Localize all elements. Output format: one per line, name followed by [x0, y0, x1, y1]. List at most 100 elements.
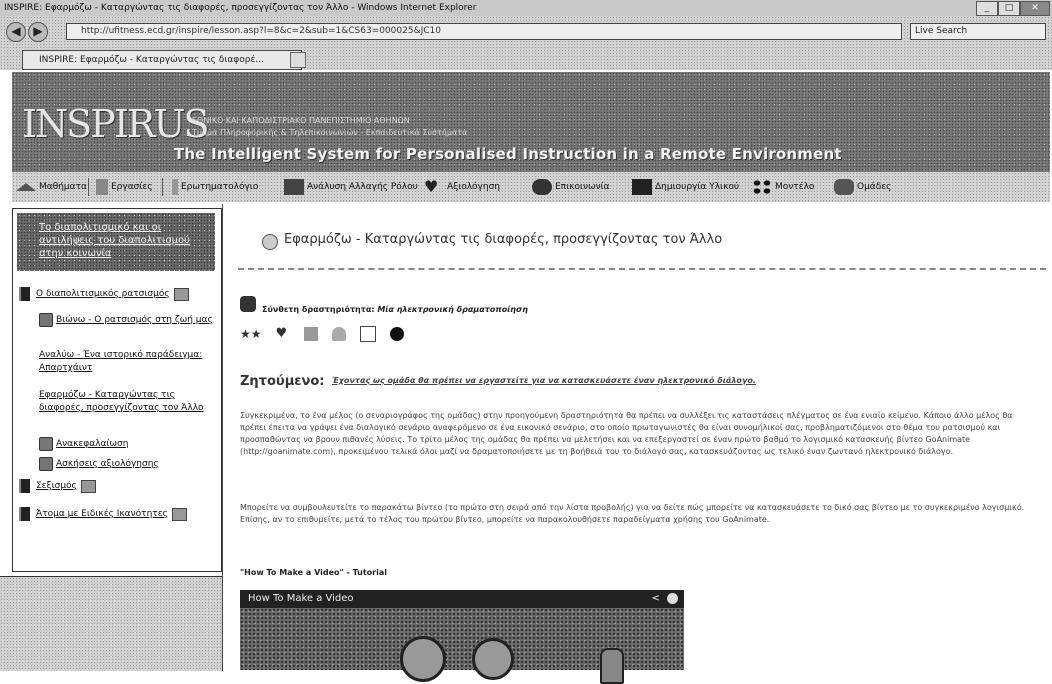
menu-label: Αξιολόγηση — [447, 182, 500, 192]
embedded-video[interactable]: How To Make a Video < — [240, 590, 684, 684]
sidebar-item-label: Ανακεφαλαίωση — [56, 439, 129, 449]
tasks-icon — [96, 179, 108, 195]
groups-icon — [834, 179, 854, 195]
menu-item-role-analysis[interactable]: Ανάλυση Αλλαγής Ρόλου — [284, 176, 418, 198]
main-menu: Μαθήματα Εργασίες Ερωτηματολόγιο Ανάλυση… — [12, 172, 1050, 202]
sidebar-item-sexism[interactable]: Σεξισμός — [19, 479, 96, 493]
activity-attributes: ★★ ♥ — [240, 326, 404, 342]
share-icon[interactable]: < — [652, 593, 660, 604]
sidebar-item-label: Εφαρμόζω - Καταργώντας τις διαφορές, προ… — [39, 390, 204, 413]
book-icon — [19, 287, 30, 301]
video-frame[interactable] — [240, 608, 684, 684]
menu-item-questionnaire[interactable]: Ερωτηματολόγιο — [172, 176, 258, 198]
university-name: ΕΘΝΙΚΟ ΚΑΙ ΚΑΠΟΔΙΣΤΡΙΑΚΟ ΠΑΝΕΠΙΣΤΗΜΙΟ ΑΘ… — [192, 116, 410, 125]
create-material-icon — [632, 179, 652, 195]
requirement-text: Έχοντας ως ομάδα θα πρέπει να εργαστείτε… — [332, 376, 756, 385]
activity-type-icon — [240, 296, 256, 312]
browser-title-bar: INSPIRE: Εφαρμόζω - Καταργώντας τις διαφ… — [0, 0, 1052, 16]
cartoon-character — [400, 636, 446, 682]
menu-item-groups[interactable]: Ομάδες — [834, 176, 891, 198]
document-icon — [303, 327, 318, 341]
lesson-sidebar: Το διαπολιτισμικό και οι αντιλήψεις του … — [12, 208, 222, 572]
menu-label: Δημιουργία Υλικού — [655, 182, 740, 192]
questionnaire-icon — [172, 179, 178, 195]
menu-label: Ερωτηματολόγιο — [181, 182, 259, 192]
menu-item-create-material[interactable]: Δημιουργία Υλικού — [632, 176, 739, 198]
users-icon — [171, 507, 187, 521]
info-icon[interactable] — [667, 593, 678, 604]
menu-label: Εργασίες — [111, 182, 153, 192]
new-tab-button[interactable] — [290, 52, 306, 68]
sidebar-item-experience[interactable]: Βιώνω - Ο ρατσισμός στη ζωή μας — [39, 313, 213, 327]
activity-type-value: Μία ηλεκτρονική δραματοποίηση — [377, 305, 528, 314]
forward-button[interactable]: ▶ — [28, 22, 48, 42]
activity-type: Σύνθετη δραστηριότητα: Μία ηλεκτρονική δ… — [262, 305, 528, 314]
cloud-icon — [331, 327, 346, 341]
sidebar-item-label: Σεξισμός — [36, 481, 77, 491]
department-name: Τμήμα Πληροφορικής & Τηλεπικοινωνιών - Ε… — [192, 128, 468, 137]
sidebar-item-label: Άτομα με Ειδικές Ικανότητες — [36, 509, 168, 519]
sidebar-item-label: Αναλύω - Ένα ιστορικό παράδειγμα: Απαρτχ… — [39, 350, 203, 373]
content-divider — [222, 204, 223, 670]
menu-item-tasks[interactable]: Εργασίες — [96, 176, 153, 198]
menu-label: Ανάλυση Αλλαγής Ρόλου — [307, 182, 418, 192]
users-icon — [80, 479, 96, 493]
sidebar-item-recap[interactable]: Ανακεφαλαίωση — [39, 437, 128, 451]
menu-item-lessons[interactable]: Μαθήματα — [16, 176, 87, 198]
lesson-content: Εφαρμόζω - Καταργώντας τις διαφορές, προ… — [226, 204, 1050, 684]
analysis-icon — [284, 179, 304, 195]
sidebar-item-analyze[interactable]: Αναλύω - Ένα ιστορικό παράδειγμα: Απαρτχ… — [39, 349, 215, 375]
browser-tab[interactable]: INSPIRE: Εφαρμόζω - Καταργώντας τις διαφ… — [22, 50, 302, 70]
sidebar-item-racism[interactable]: Ο διαπολιτισμικός ρατσισμός — [19, 287, 189, 301]
menu-label: Επικοινωνία — [555, 182, 610, 192]
video-instructions-paragraph: Μπορείτε να συμβουλευτείτε το παρακάτω β… — [240, 503, 1025, 524]
sidebar-item-label: Ο διαπολιτισμικός ρατσισμός — [36, 289, 170, 299]
exercise-icon — [39, 457, 53, 471]
video-title-bar: How To Make a Video < — [240, 590, 684, 608]
sidebar-item-exercises[interactable]: Ασκήσεις αξιολόγησης — [39, 457, 159, 471]
menu-item-communication[interactable]: Επικοινωνία — [532, 176, 610, 198]
close-window-button[interactable]: ✕ — [1020, 1, 1050, 16]
home-icon — [16, 183, 36, 191]
recap-icon — [39, 437, 53, 451]
activity-type-label: Σύνθετη δραστηριότητα: — [262, 305, 375, 314]
page-title: Εφαρμόζω - Καταργώντας τις διαφορές, προ… — [284, 232, 723, 247]
minimize-button[interactable]: _ — [976, 1, 998, 16]
video-title[interactable]: How To Make a Video — [248, 593, 354, 604]
heart-icon: ♥ — [275, 326, 288, 341]
sidebar-item-apply[interactable]: Εφαρμόζω - Καταργώντας τις διαφορές, προ… — [39, 389, 215, 415]
site-header: INSPIRUS ΕΘΝΙΚΟ ΚΑΙ ΚΑΠΟΔΙΣΤΡΙΑΚΟ ΠΑΝΕΠΙ… — [12, 72, 1050, 172]
search-input[interactable]: Live Search — [910, 23, 1046, 40]
difficulty-stars: ★★ — [240, 327, 262, 341]
menu-label: Μαθήματα — [39, 182, 87, 192]
users-icon — [173, 287, 189, 301]
window-icon — [359, 326, 376, 342]
book-icon — [19, 507, 30, 521]
maximize-button[interactable]: □ — [998, 1, 1020, 16]
back-button[interactable]: ◀ — [6, 22, 26, 42]
lesson-icon — [262, 234, 278, 250]
cartoon-character — [472, 638, 514, 680]
menu-item-evaluation[interactable]: ♥ Αξιολόγηση — [424, 176, 500, 198]
cartoon-figure — [600, 648, 624, 684]
site-tagline: The Intelligent System for Personalised … — [174, 145, 842, 163]
model-icon — [752, 179, 772, 195]
sidebar-item-label: Βιώνω - Ο ρατσισμός στη ζωή μας — [56, 315, 213, 325]
title-divider — [238, 268, 1046, 270]
sidebar-item-special-abilities[interactable]: Άτομα με Ειδικές Ικανότητες — [19, 507, 187, 521]
menu-item-model[interactable]: Μοντέλο — [752, 176, 814, 198]
book-icon — [19, 479, 30, 493]
menu-divider — [88, 178, 89, 196]
menu-label: Μοντέλο — [775, 182, 815, 192]
menu-label: Ομάδες — [857, 182, 892, 192]
sidebar-heading[interactable]: Το διαπολιτισμικό και οι αντιλήψεις του … — [17, 213, 215, 271]
video-heading: "How To Make a Video" - Tutorial — [240, 568, 387, 577]
inspire-logo: INSPIRUS — [22, 102, 210, 146]
sidebar-item-label: Ασκήσεις αξιολόγησης — [56, 459, 159, 469]
sidebar-heading-text: Το διαπολιτισμικό και οι αντιλήψεις του … — [39, 222, 190, 259]
requirement-label: Ζητούμενο: — [240, 374, 325, 389]
address-bar-row: ◀ ▶ http://ufitness.ecd.gr/inspire/lesso… — [0, 16, 1052, 46]
tab-bar: INSPIRE: Εφαρμόζω - Καταργώντας τις διαφ… — [0, 46, 1052, 70]
instructions-paragraph: Συγκεκριμένα, το ένα μέλος (ο σεναριογρά… — [240, 411, 1013, 456]
url-input[interactable]: http://ufitness.ecd.gr/inspire/lesson.as… — [66, 23, 902, 40]
